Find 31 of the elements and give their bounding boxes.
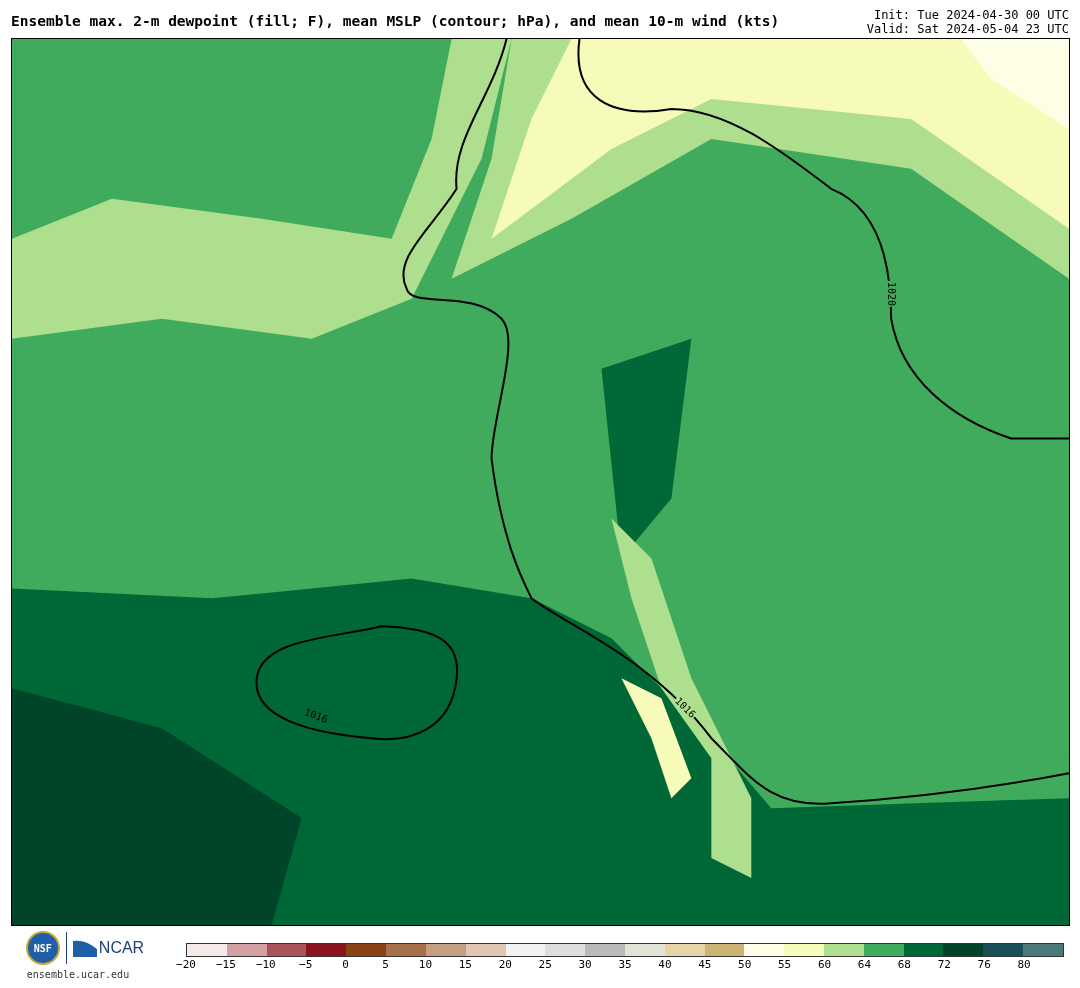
- colorbar-tick-label: 55: [778, 959, 792, 970]
- colorbar-tick-label: 40: [658, 959, 672, 970]
- init-time: Init: Tue 2024-04-30 00 UTC: [873, 8, 1069, 22]
- ncar-logo: NCAR: [98, 940, 145, 956]
- site-url: ensemble.ucar.edu: [26, 968, 130, 982]
- colorbar-tick-label: 72: [937, 959, 951, 970]
- colorbar-tick-label: 0: [342, 959, 349, 970]
- colorbar-tick-label: 68: [897, 959, 911, 970]
- ncar-mark-icon: [72, 939, 97, 957]
- colorbar-tick-label: 76: [977, 959, 991, 970]
- contour-label: 1016: [303, 707, 330, 725]
- colorbar-tick-label: 15: [458, 959, 472, 970]
- contour-label: 1020: [886, 280, 897, 308]
- colorbar-tick-label: −20: [176, 959, 196, 970]
- colorbar-tick-label: 30: [578, 959, 592, 970]
- colorbar-tick-label: −15: [215, 959, 236, 970]
- chart-title: Ensemble max. 2-m dewpoint (fill; F), mean MSLP (contour; hPa), and mean 10-m wind (kts): [11, 14, 780, 29]
- colorbar-tick-label: 20: [498, 959, 512, 970]
- valid-time: Valid: Sat 2024-05-04 23 UTC: [866, 22, 1069, 36]
- colorbar-tick-label: 80: [1017, 959, 1031, 970]
- colorbar-tick-label: 35: [618, 959, 632, 970]
- nsf-logo: NSF: [25, 931, 60, 965]
- colorbar-tick-label: 45: [698, 959, 712, 970]
- colorbar-tick-label: 5: [382, 959, 389, 970]
- colorbar-tick-label: −5: [299, 959, 313, 970]
- colorbar-tick-label: −10: [255, 959, 276, 970]
- colorbar-tick-label: 50: [738, 959, 752, 970]
- colorbar-tick-label: 25: [538, 959, 552, 970]
- colorbar-tick-label: 60: [817, 959, 832, 970]
- colorbar-tick-label: 10: [418, 959, 433, 970]
- colorbar-tick-label: 64: [857, 959, 872, 970]
